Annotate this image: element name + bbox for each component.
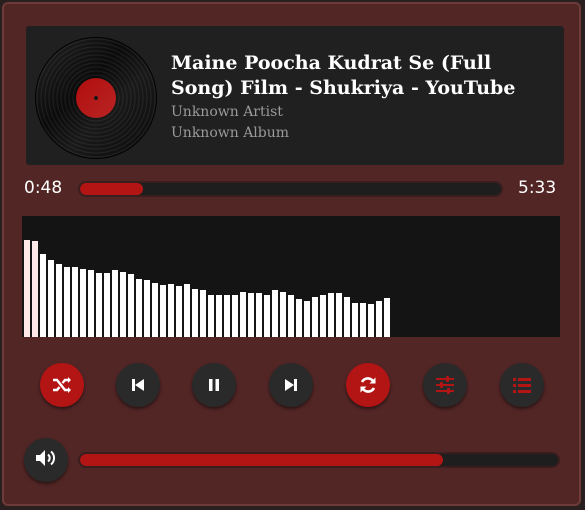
playback-controls — [0, 360, 585, 410]
visualizer-bar — [104, 273, 110, 337]
visualizer-bar — [56, 264, 62, 337]
volume-level — [80, 454, 444, 466]
visualizer-bar — [120, 272, 126, 337]
visualizer-bar — [40, 254, 46, 337]
visualizer-bar — [216, 295, 222, 337]
duration-time: 5:33 — [518, 178, 557, 198]
track-title: Maine Poocha Kudrat Se (Full Song) Film … — [171, 52, 516, 99]
visualizer-bar — [200, 290, 206, 337]
visualizer-bars — [24, 240, 390, 337]
visualizer-bar — [192, 289, 198, 337]
vinyl-record-icon — [36, 38, 156, 158]
visualizer-bar — [280, 292, 286, 337]
list-icon — [512, 376, 532, 394]
shuffle-button[interactable] — [40, 363, 84, 407]
visualizer-bar — [312, 297, 318, 337]
repeat-icon — [358, 375, 378, 395]
repeat-button[interactable] — [346, 363, 390, 407]
skip-back-icon — [131, 378, 145, 392]
visualizer-bar — [352, 303, 358, 337]
visualizer-bar — [232, 295, 238, 337]
visualizer-bar — [256, 293, 262, 337]
pause-button[interactable] — [192, 363, 236, 407]
visualizer-bar — [288, 295, 294, 337]
visualizer-bar — [144, 280, 150, 337]
visualizer-bar — [168, 284, 174, 337]
visualizer-bar — [176, 286, 182, 337]
equalizer-button[interactable] — [423, 363, 467, 407]
visualizer-bar — [304, 301, 310, 337]
visualizer-bar — [136, 279, 142, 337]
visualizer-bar — [184, 284, 190, 337]
shuffle-icon — [52, 376, 72, 394]
track-album: Unknown Album — [171, 125, 290, 141]
visualizer-bar — [368, 304, 374, 337]
visualizer-bar — [128, 274, 134, 337]
visualizer-bar — [248, 293, 254, 337]
visualizer-bar — [272, 290, 278, 337]
visualizer-bar — [32, 241, 38, 337]
visualizer-bar — [264, 295, 270, 337]
visualizer-bar — [224, 295, 230, 337]
visualizer-bar — [96, 273, 102, 337]
volume-icon — [34, 448, 58, 472]
seek-progress — [80, 183, 144, 195]
current-time: 0:48 — [24, 178, 63, 198]
visualizer-bar — [376, 301, 382, 337]
audio-visualizer — [22, 216, 560, 337]
visualizer-bar — [384, 298, 390, 337]
track-artist: Unknown Artist — [171, 104, 283, 120]
seek-bar[interactable] — [78, 181, 503, 197]
visualizer-bar — [72, 267, 78, 337]
visualizer-bar — [24, 240, 30, 337]
visualizer-bar — [296, 299, 302, 337]
now-playing-card: Maine Poocha Kudrat Se (Full Song) Film … — [26, 26, 564, 165]
playlist-button[interactable] — [500, 363, 544, 407]
visualizer-bar — [344, 297, 350, 337]
visualizer-bar — [152, 283, 158, 337]
volume-slider[interactable] — [78, 452, 560, 468]
visualizer-bar — [320, 295, 326, 337]
visualizer-bar — [208, 295, 214, 337]
visualizer-bar — [112, 270, 118, 337]
visualizer-bar — [88, 270, 94, 337]
visualizer-bar — [80, 269, 86, 337]
visualizer-bar — [160, 285, 166, 337]
visualizer-bar — [240, 292, 246, 337]
skip-forward-icon — [284, 378, 298, 392]
visualizer-bar — [328, 293, 334, 337]
visualizer-bar — [360, 303, 366, 337]
sliders-icon — [435, 376, 455, 394]
visualizer-bar — [64, 267, 70, 337]
pause-icon — [207, 378, 221, 392]
visualizer-bar — [48, 260, 54, 337]
previous-button[interactable] — [116, 363, 160, 407]
visualizer-bar — [336, 293, 342, 337]
volume-button[interactable] — [24, 438, 68, 482]
next-button[interactable] — [269, 363, 313, 407]
